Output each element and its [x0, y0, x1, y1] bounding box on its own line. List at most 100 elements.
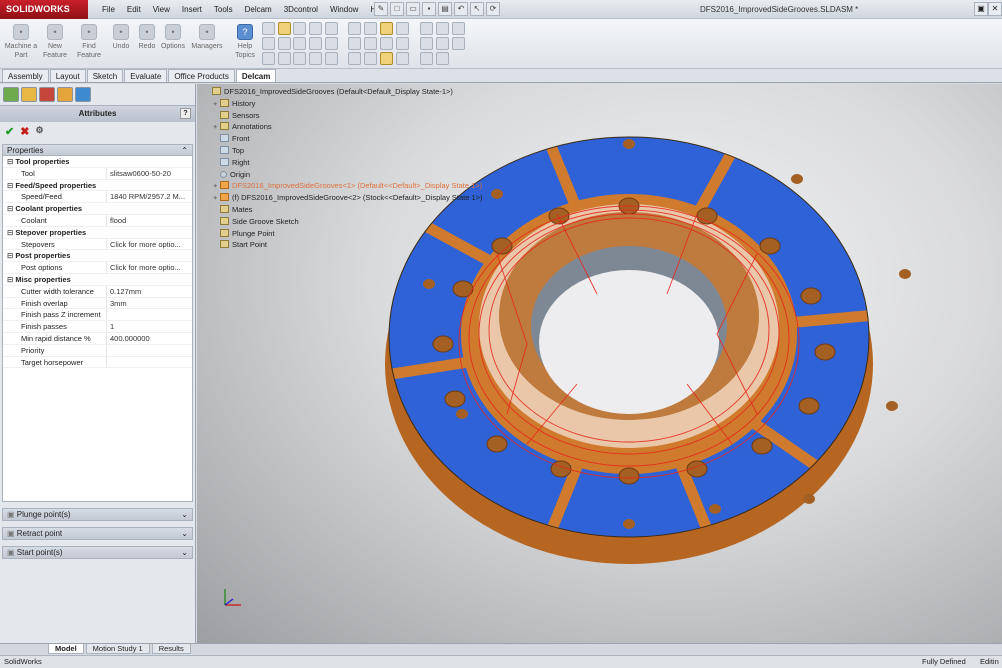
property-row[interactable]: Cutter width tolerance 0.127mm	[3, 285, 192, 298]
fixture-icon[interactable]	[309, 52, 322, 65]
property-value[interactable]: 400.000000	[107, 333, 192, 344]
menu-item-insert[interactable]: Insert	[176, 0, 208, 19]
help-icon[interactable]: ?	[180, 108, 191, 119]
properties-group-header[interactable]: Properties ⌃	[2, 144, 193, 156]
tree-item[interactable]: Origin	[205, 169, 483, 181]
property-value[interactable]: 1	[107, 321, 192, 332]
menu-item-tools[interactable]: Tools	[208, 0, 239, 19]
arc-icon[interactable]	[278, 37, 291, 50]
tab-evaluate[interactable]: Evaluate	[124, 69, 168, 82]
menu-item-window[interactable]: Window	[324, 0, 364, 19]
play-icon[interactable]	[293, 37, 306, 50]
pause-icon[interactable]	[364, 22, 377, 35]
property-row[interactable]: Tool slitsaw0600-50-20	[3, 167, 192, 180]
undo-icon[interactable]: ↶	[454, 2, 468, 16]
tab-layout[interactable]: Layout	[49, 69, 86, 82]
tree-item[interactable]: + (f) DFS2016_ImprovedSideGroove<2> (Stoc…	[205, 192, 483, 204]
forward-icon[interactable]	[325, 37, 338, 50]
camworks-tab-icon[interactable]	[75, 87, 91, 102]
tool-icon[interactable]	[278, 22, 291, 35]
select-icon[interactable]: ↖	[470, 2, 484, 16]
new-doc-icon[interactable]: □	[390, 2, 404, 16]
ribbon-button-2[interactable]: • Find Feature	[72, 22, 106, 60]
options-icon[interactable]: ⚙	[35, 125, 43, 139]
post-icon[interactable]	[436, 22, 449, 35]
property-row[interactable]: Coolant flood	[3, 214, 192, 227]
line-icon[interactable]	[262, 37, 275, 50]
tools-icon[interactable]	[436, 52, 449, 65]
rotate-icon[interactable]	[348, 52, 361, 65]
ribbon-button-7[interactable]: ? Help Topics	[228, 22, 262, 60]
grid-icon[interactable]	[348, 37, 361, 50]
zoom-icon[interactable]	[364, 52, 377, 65]
generate-icon[interactable]	[293, 22, 306, 35]
tree-item[interactable]: Start Point	[205, 239, 483, 251]
property-row[interactable]: Stepovers Click for more optio...	[3, 238, 192, 251]
restore-icon[interactable]: ▣	[974, 2, 988, 16]
config-tab-icon[interactable]	[39, 87, 55, 102]
property-row[interactable]: Speed/Feed 1840 RPM/2957.2 M...	[3, 191, 192, 204]
graphics-area[interactable]: DFS2016_ImprovedSideGrooves (Default<Def…	[197, 84, 1002, 643]
solidworks-logo[interactable]: SOLIDWORKS	[0, 0, 88, 19]
tab-delcam[interactable]: Delcam	[235, 69, 277, 82]
section-retract-point[interactable]: Retract point ⌄	[2, 527, 193, 540]
property-row[interactable]: Post options Click for more optio...	[3, 262, 192, 274]
save-icon[interactable]: ▪	[422, 2, 436, 16]
ribbon-button-0[interactable]: • Machine a Part	[4, 22, 38, 60]
property-value[interactable]: Click for more optio...	[107, 239, 192, 250]
property-value[interactable]: 1840 RPM/2957.2 M...	[107, 191, 192, 202]
expand-toggle-icon[interactable]: +	[213, 192, 220, 204]
rectangle-icon[interactable]	[278, 52, 291, 65]
tab-sketch[interactable]: Sketch	[86, 69, 124, 82]
property-value[interactable]: flood	[107, 215, 192, 226]
property-value[interactable]	[107, 309, 192, 320]
tilt-icon[interactable]	[396, 37, 409, 50]
tree-item[interactable]: + History	[205, 98, 483, 110]
expand-toggle-icon[interactable]: +	[213, 121, 220, 133]
bottom-tab-motion-study-1[interactable]: Motion Study 1	[85, 644, 150, 654]
tree-item[interactable]: Top	[205, 145, 483, 157]
tree-item[interactable]: Sensors	[205, 110, 483, 122]
tree-item[interactable]: + DFS2016_ImprovedSideGrooves<1> (Default…	[205, 180, 483, 192]
menu-item-edit[interactable]: Edit	[121, 0, 147, 19]
ribbon-button-5[interactable]: • Options	[156, 22, 190, 51]
view-icon[interactable]	[380, 37, 393, 50]
open-icon[interactable]: ▭	[406, 2, 420, 16]
expand-chevron-icon[interactable]: ⌄	[181, 509, 188, 521]
property-row[interactable]: Finish passes 1	[3, 321, 192, 333]
section-start-point-s-[interactable]: Start point(s) ⌄	[2, 546, 193, 559]
rewind-icon[interactable]	[309, 37, 322, 50]
pin-icon[interactable]: ✎	[374, 2, 388, 16]
nc-icon[interactable]	[452, 22, 465, 35]
bottom-tab-model[interactable]: Model	[48, 644, 84, 654]
check-icon[interactable]	[348, 22, 361, 35]
property-row[interactable]: Finish pass Z increment	[3, 309, 192, 322]
ribbon-button-6[interactable]: • Managers	[190, 22, 224, 51]
cancel-x-icon[interactable]: ✖	[20, 125, 29, 139]
expand-toggle-icon[interactable]: +	[213, 98, 220, 110]
bottom-tab-results[interactable]: Results	[151, 644, 191, 654]
light-icon[interactable]	[380, 52, 393, 65]
tab-assembly[interactable]: Assembly	[2, 69, 49, 82]
wrench-icon[interactable]	[420, 52, 433, 65]
feature-icon[interactable]	[325, 52, 338, 65]
display-tab-icon[interactable]	[57, 87, 73, 102]
ok-check-icon[interactable]: ✔	[5, 125, 14, 139]
menu-item-delcam[interactable]: Delcam	[239, 0, 278, 19]
smart-dimension-icon[interactable]	[262, 22, 275, 35]
property-tab-icon[interactable]	[21, 87, 37, 102]
list-icon[interactable]	[452, 37, 465, 50]
property-value[interactable]	[107, 357, 192, 368]
tree-item[interactable]: + Annotations	[205, 121, 483, 133]
tree-item[interactable]: Plunge Point	[205, 228, 483, 240]
rebuild-icon[interactable]: ⟳	[486, 2, 500, 16]
property-row[interactable]: Priority	[3, 344, 192, 357]
close-icon[interactable]: ✕	[988, 2, 1002, 16]
circle-icon[interactable]	[262, 52, 275, 65]
report-icon[interactable]	[436, 37, 449, 50]
property-value[interactable]: Click for more optio...	[107, 262, 192, 273]
measure-icon[interactable]	[420, 37, 433, 50]
expand-chevron-icon[interactable]: ⌄	[181, 528, 188, 540]
expand-toggle-icon[interactable]: +	[213, 180, 220, 192]
tab-office-products[interactable]: Office Products	[168, 69, 235, 82]
